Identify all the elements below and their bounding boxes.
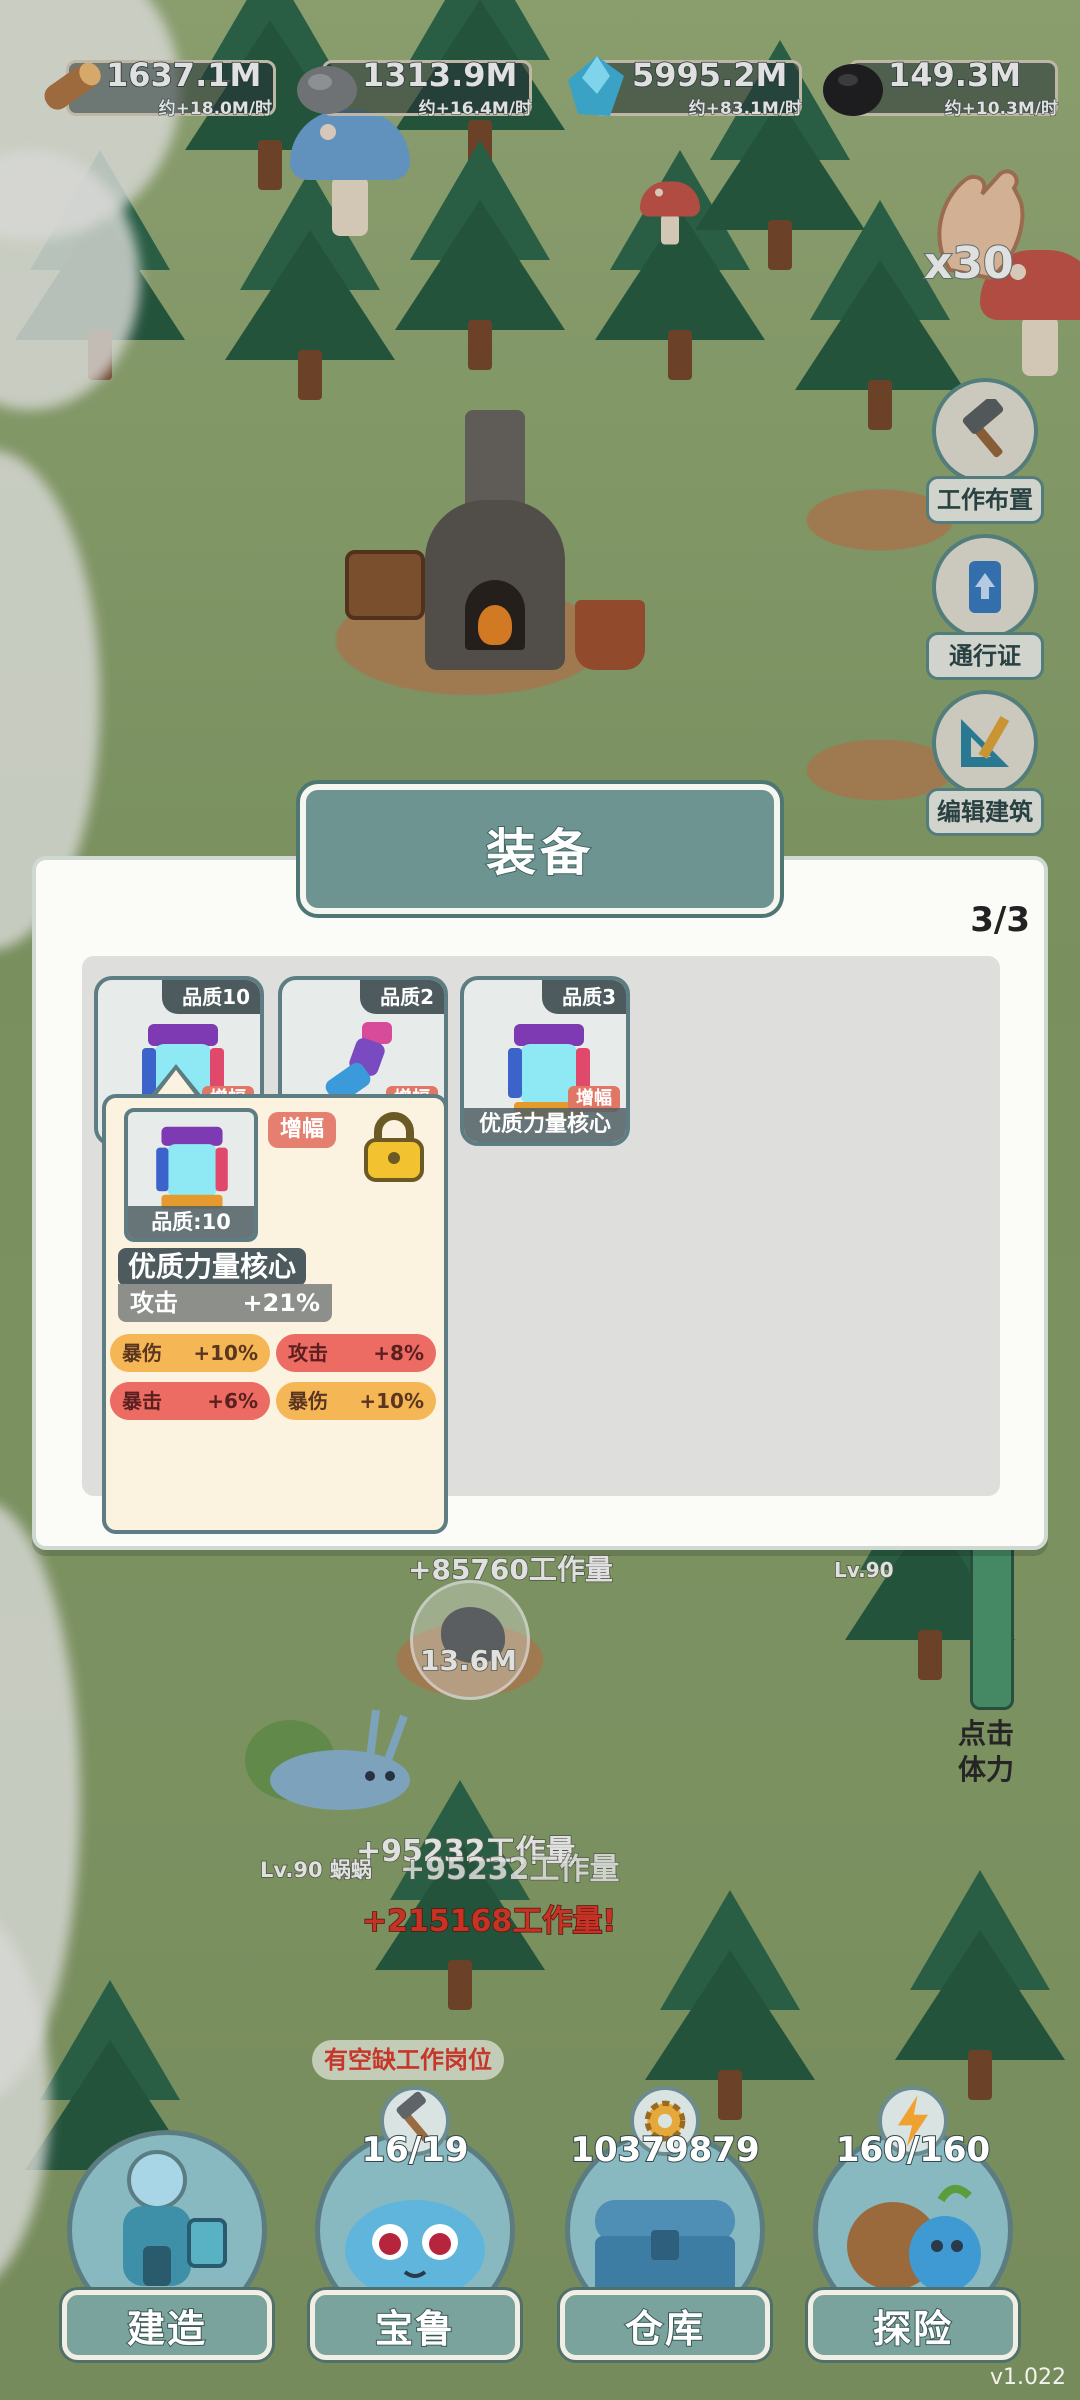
slot-count: 3/3 [970,900,1030,940]
detail-quality-label: 品质:10 [128,1206,254,1238]
quality-label: 品质2 [360,980,444,1014]
nav-creature-button[interactable]: 16/19 宝鲁 [300,2086,530,2380]
quality-label: 品质3 [542,980,626,1014]
main-stat-value: +21% [242,1289,320,1317]
sub-stat: 暴伤 +10% [110,1334,270,1372]
equipment-thumbnail: 品质:10 [124,1108,258,1242]
amplify-badge: 增幅 [268,1112,337,1148]
power-core-icon [156,1126,228,1209]
equipment-slot[interactable]: 品质3 增幅 优质力量核心 [460,976,630,1146]
quality-label: 品质10 [162,980,260,1014]
explore-icon [847,2185,981,2292]
dialog-title: 装备 [485,823,594,883]
build-house-icon [123,2150,227,2286]
main-stat-name: 攻击 [130,1289,178,1317]
sub-stat-name: 暴伤 [288,1389,328,1413]
sub-stat: 暴伤 +10% [276,1382,436,1420]
sub-stat: 攻击 +8% [276,1334,436,1372]
detail-item-name: 优质力量核心 [118,1248,307,1286]
sub-stat: 暴击 +6% [110,1382,270,1420]
creature-count: 16/19 [360,2129,469,2171]
sub-stat-name: 攻击 [288,1341,328,1365]
nav-explore-label: 探险 [808,2290,1018,2360]
sub-stat-name: 暴伤 [122,1341,162,1365]
wood-log-icon [44,62,101,110]
stone-icon [297,66,357,114]
chest-icon [595,2200,735,2296]
sub-stat-value: +6% [207,1389,258,1413]
sub-stat-value: +10% [359,1389,424,1413]
crystal-icon [568,56,624,116]
nav-build-button[interactable]: 建造 [52,2090,282,2380]
nav-build-label: 建造 [62,2290,272,2360]
nav-explore-button[interactable]: 160/160 探险 [798,2086,1028,2380]
tooltip-arrow [150,1064,202,1096]
coal-icon [823,64,883,116]
nav-creature-label: 宝鲁 [310,2290,520,2360]
padlock-icon[interactable] [356,1108,432,1184]
nav-warehouse-button[interactable]: 10379879 仓库 [550,2086,780,2380]
sub-stat-value: +10% [193,1341,258,1365]
creature-icon [345,2200,485,2300]
vacancy-notice: 有空缺工作岗位 [312,2040,504,2080]
equipment-detail-card: 品质:10 增幅 优质力量核心 攻击 +21% 暴伤 +10% 攻击 +8% 暴… [102,1094,448,1534]
dialog-title-banner: 装备 [300,784,780,914]
sub-stat-name: 暴击 [122,1389,162,1413]
explore-energy: 160/160 [835,2129,991,2171]
equipment-name: 优质力量核心 [464,1108,626,1142]
warehouse-count: 10379879 [569,2129,760,2171]
nav-warehouse-label: 仓库 [560,2290,770,2360]
main-stat: 攻击 +21% [118,1284,332,1322]
sub-stat-value: +8% [373,1341,424,1365]
version-label: v1.022 [989,2365,1066,2390]
